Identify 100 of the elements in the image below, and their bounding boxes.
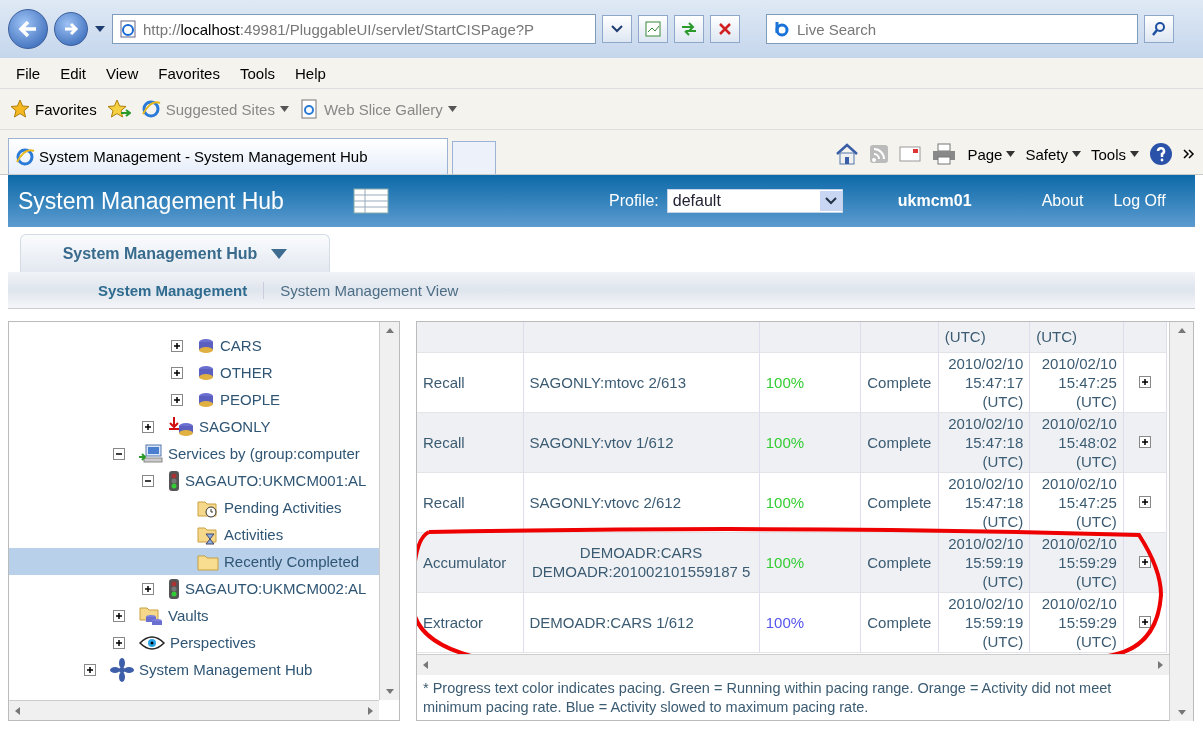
database-icon	[197, 390, 215, 409]
end-time: (UTC)	[1075, 511, 1117, 531]
activity-source: DEMOADR:CARS	[579, 543, 703, 562]
caret-icon	[271, 248, 288, 259]
expand-icon[interactable]	[84, 663, 96, 676]
dropdown-icon[interactable]	[94, 25, 106, 33]
menu-item[interactable]: Tools	[229, 64, 285, 82]
arrow-right-icon	[63, 22, 79, 36]
horizontal-scrollbar[interactable]	[417, 654, 1169, 675]
start-time: 2010/02/10	[948, 533, 1024, 553]
status: Complete	[867, 612, 932, 632]
command-menu[interactable]: Page	[967, 145, 1016, 163]
end-time: 2010/02/10	[1041, 533, 1117, 553]
printer-icon[interactable]	[931, 143, 958, 165]
expand-row-icon[interactable]	[1138, 555, 1151, 568]
menu-item[interactable]: Favorites	[148, 64, 230, 82]
url-text: http://localhost:49981/PluggableUI/servlet/StartCISPage?P	[143, 20, 535, 38]
end-time: 2010/02/10	[1041, 413, 1117, 433]
back-button[interactable]	[8, 9, 48, 49]
end-time: 15:59:29	[1058, 552, 1117, 572]
expand-icon[interactable]	[113, 636, 125, 649]
scroll-up-arrow-icon[interactable]	[1176, 326, 1187, 336]
forward-button[interactable]	[54, 12, 88, 46]
end-time: 15:59:29	[1058, 612, 1117, 632]
address-bar[interactable]: http://localhost:49981/PluggableUI/servlet/StartCISPage?P	[112, 14, 596, 44]
list-view-icon[interactable]	[353, 188, 389, 214]
search-field[interactable]: Live Search	[766, 14, 1138, 44]
scroll-left-arrow-icon[interactable]	[13, 705, 23, 716]
subnav-tab[interactable]: System Management View	[264, 281, 475, 299]
tree-item[interactable]: Vaults	[9, 602, 379, 629]
subnav-tab[interactable]: System Management	[8, 281, 265, 299]
profile-select[interactable]: default	[666, 189, 843, 213]
browser-tab[interactable]: System Management - System Management Hub	[8, 138, 448, 174]
expand-icon[interactable]	[142, 582, 154, 595]
end-time: 2010/02/10	[1041, 593, 1117, 613]
expand-icon[interactable]	[171, 393, 183, 406]
database-icon	[197, 336, 215, 355]
hub-tab[interactable]: System Management Hub	[20, 234, 330, 272]
scroll-up-arrow-icon[interactable]	[384, 326, 395, 336]
tree-item[interactable]: Services by (group:computer	[9, 440, 379, 467]
menu-item[interactable]: Edit	[50, 64, 97, 82]
tree-item[interactable]: OTHER	[9, 359, 379, 386]
header-link[interactable]: About	[1041, 192, 1084, 210]
expand-row-icon[interactable]	[1138, 435, 1151, 448]
favorites-button[interactable]: Favorites	[10, 99, 97, 119]
tree-item[interactable]: SAGAUTO:UKMCM001:AL	[9, 467, 379, 494]
header-link[interactable]: Log Off	[1113, 192, 1166, 210]
address-dropdown-button[interactable]	[602, 15, 632, 43]
tree-item[interactable]: SAGAUTO:UKMCM002:AL	[9, 575, 379, 602]
stop-button[interactable]	[710, 15, 740, 43]
scroll-down-arrow-icon[interactable]	[1176, 707, 1187, 717]
menu-item[interactable]: Help	[285, 64, 336, 82]
home-icon[interactable]	[835, 143, 860, 165]
refresh-button[interactable]	[674, 15, 704, 43]
tree-item[interactable]: PEOPLE	[9, 386, 379, 413]
expand-icon[interactable]	[113, 609, 125, 622]
scroll-right-arrow-icon[interactable]	[365, 705, 375, 716]
command-menu[interactable]: Tools	[1090, 145, 1139, 163]
tree-item[interactable]: System Management Hub	[9, 656, 379, 683]
start-time: 15:47:17	[964, 372, 1024, 392]
scroll-right-arrow-icon[interactable]	[1155, 660, 1165, 670]
help-icon[interactable]	[1149, 142, 1173, 166]
profile-label: Profile:	[609, 192, 659, 210]
tree-item[interactable]: Recently Completed	[9, 548, 379, 575]
expand-icon[interactable]	[171, 339, 183, 352]
star-icon	[10, 99, 30, 119]
expand-row-icon[interactable]	[1138, 615, 1151, 628]
vertical-scrollbar[interactable]	[1169, 322, 1193, 721]
expand-icon[interactable]	[171, 366, 183, 379]
search-button[interactable]	[1144, 15, 1174, 43]
collapse-icon[interactable]	[113, 447, 125, 460]
overflow-icon[interactable]	[1183, 149, 1195, 159]
scroll-down-arrow-icon[interactable]	[384, 686, 395, 696]
tree-item[interactable]: Pending Activities	[9, 494, 379, 521]
tree-item[interactable]: Activities	[9, 521, 379, 548]
add-favorite-icon[interactable]	[106, 99, 131, 119]
menu-item[interactable]: File	[6, 64, 51, 82]
vertical-scrollbar[interactable]	[379, 322, 399, 700]
start-time: 2010/02/10	[948, 473, 1024, 493]
chevron-down-icon	[611, 25, 623, 33]
scroll-left-arrow-icon[interactable]	[421, 660, 431, 670]
tree-item[interactable]: CARS	[9, 332, 379, 359]
link-label: Suggested Sites	[165, 100, 275, 118]
horizontal-scrollbar[interactable]	[9, 700, 379, 720]
refresh-icon	[680, 21, 698, 37]
status: Complete	[867, 492, 932, 512]
activity-type: Recall	[423, 432, 466, 452]
collapse-icon[interactable]	[142, 474, 154, 487]
tree-item[interactable]: SAGONLY	[9, 413, 379, 440]
progress-percent: 100%	[765, 372, 806, 392]
expand-icon[interactable]	[142, 420, 154, 433]
mail-icon[interactable]	[899, 146, 922, 162]
start-time: (UTC)	[982, 571, 1024, 591]
activity-type: Recall	[423, 492, 466, 512]
tree-item[interactable]: Perspectives	[9, 629, 379, 656]
menu-item[interactable]: View	[96, 64, 149, 82]
expand-row-icon[interactable]	[1138, 495, 1151, 508]
expand-row-icon[interactable]	[1138, 375, 1151, 388]
command-menu[interactable]: Safety	[1025, 145, 1081, 163]
chart-page-icon	[644, 20, 662, 38]
